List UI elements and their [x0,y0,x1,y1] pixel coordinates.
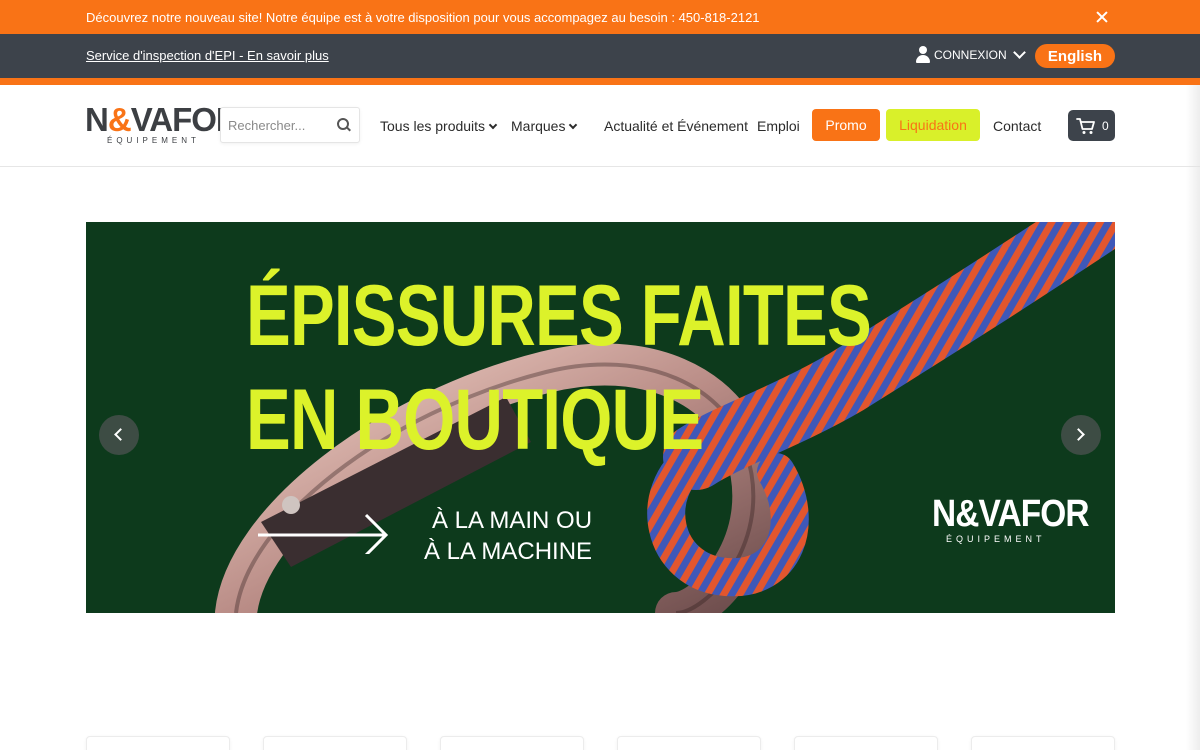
cart-icon [1076,117,1095,134]
nav-jobs[interactable]: Emploi [757,118,800,134]
header-accent-strip [0,78,1200,85]
service-bar: Service d'inspection d'EPI - En savoir p… [0,34,1200,78]
login-label: CONNEXION [934,48,1007,62]
banner-subtitle-line1: À LA MAIN OU [432,507,593,534]
chevron-down-icon [488,120,498,129]
nav-news-events[interactable]: Actualité et Événement [604,118,748,134]
category-card[interactable] [617,736,761,750]
nav-brands[interactable]: Marques [511,118,578,134]
logo-subtitle: ÉQUIPEMENT [107,136,200,145]
banner-logo: N&VAFOR ÉQUIPEMENT [932,493,1090,544]
category-card[interactable] [86,736,230,750]
category-card[interactable] [440,736,584,750]
chevron-right-icon [1072,428,1085,441]
service-inspection-link[interactable]: Service d'inspection d'EPI - En savoir p… [86,48,329,63]
cart-button[interactable]: 0 [1068,110,1115,141]
hero-banner[interactable]: ÉPISSURES FAITES EN BOUTIQUE À LA MAIN O… [86,222,1115,613]
search-box [220,107,360,143]
banner-headline: ÉPISSURES FAITES EN BOUTIQUE [246,268,872,468]
carousel-next-button[interactable] [1061,415,1101,455]
site-logo[interactable]: N&VAFOR ÉQUIPEMENT [85,103,240,151]
liquidation-button[interactable]: Liquidation [886,109,980,141]
search-input[interactable] [221,108,331,142]
chevron-down-icon [1012,46,1026,59]
chevron-left-icon [114,428,127,441]
close-icon[interactable] [1092,7,1112,27]
chevron-down-icon [569,120,578,129]
category-card[interactable] [971,736,1115,750]
main-header: N&VAFOR ÉQUIPEMENT Tous les produits Mar… [0,85,1200,167]
arrow-right-icon [258,513,389,554]
search-icon[interactable] [337,118,351,132]
cart-count: 0 [1102,118,1109,133]
category-card[interactable] [794,736,938,750]
user-icon [916,46,930,64]
nav-contact[interactable]: Contact [993,118,1041,134]
promo-button[interactable]: Promo [812,109,880,141]
scroll-shadow [1186,85,1200,750]
banner-subtitle-line2: À LA MACHINE [424,538,593,565]
carousel-prev-button[interactable] [99,415,139,455]
announcement-text: Découvrez notre nouveau site! Notre équi… [86,9,760,25]
nav-all-products[interactable]: Tous les produits [380,118,498,134]
announcement-bar: Découvrez notre nouveau site! Notre équi… [0,0,1200,34]
category-card[interactable] [263,736,407,750]
language-button[interactable]: English [1035,44,1115,68]
login-dropdown[interactable]: CONNEXION [916,46,1026,64]
